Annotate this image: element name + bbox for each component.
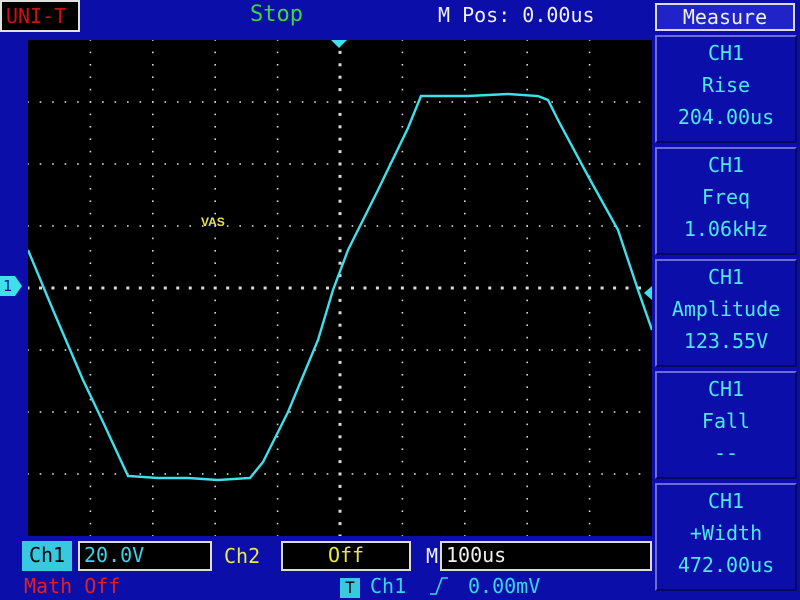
measure-item-amplitude[interactable]: CH1 Amplitude 123.55V: [655, 259, 797, 367]
measure-channel: CH1: [707, 265, 745, 289]
measure-type: Fall: [701, 409, 751, 433]
measure-channel: CH1: [707, 377, 745, 401]
brand-logo: UNI-T: [0, 0, 80, 32]
measure-value: 204.00us: [677, 105, 775, 129]
measure-channel: CH1: [707, 41, 745, 65]
timebase-label: M: [426, 544, 439, 568]
measure-channel: CH1: [707, 489, 745, 513]
trigger-level-icon: [644, 286, 652, 300]
trigger-icon: T: [340, 578, 360, 598]
measure-item-freq[interactable]: CH1 Freq 1.06kHz: [655, 147, 797, 255]
svg-text:1: 1: [3, 277, 12, 295]
waveform-display: VAS: [28, 40, 652, 536]
ch2-state: Off: [281, 541, 411, 571]
ch2-label[interactable]: Ch2: [224, 544, 260, 568]
waveform-annotation: VAS: [201, 215, 225, 229]
measure-type: Rise: [701, 73, 751, 97]
measure-item-width[interactable]: CH1 +Width 472.00us: [655, 483, 797, 591]
trigger-level: 0.00mV: [468, 574, 541, 598]
measure-type: +Width: [689, 521, 763, 545]
timebase-value: 100us: [440, 541, 652, 571]
rising-edge-icon: [430, 577, 448, 595]
measure-item-rise[interactable]: CH1 Rise 204.00us: [655, 35, 797, 143]
graticule: [28, 40, 652, 536]
math-status: Math Off: [24, 574, 121, 598]
measure-value: --: [713, 441, 739, 465]
measure-value: 123.55V: [683, 329, 769, 353]
measure-channel: CH1: [707, 153, 745, 177]
measure-type: Amplitude: [671, 297, 781, 321]
measure-item-fall[interactable]: CH1 Fall --: [655, 371, 797, 479]
ch1-label[interactable]: Ch1: [22, 541, 72, 571]
trigger-source: Ch1: [370, 574, 407, 598]
measure-type: Freq: [701, 185, 751, 209]
measure-value: 472.00us: [677, 553, 775, 577]
horizontal-position: M Pos: 0.00us: [438, 3, 595, 27]
ch1-ground-marker[interactable]: 1: [0, 276, 22, 296]
trigger-position-icon: [331, 40, 347, 48]
measure-value: 1.06kHz: [683, 217, 769, 241]
measure-menu-title[interactable]: Measure: [655, 3, 795, 31]
run-state[interactable]: Stop: [250, 2, 303, 27]
ch1-volts-per-div: 20.0V: [78, 541, 212, 571]
measure-panel: Measure CH1 Rise 204.00us CH1 Freq 1.06k…: [652, 0, 800, 600]
